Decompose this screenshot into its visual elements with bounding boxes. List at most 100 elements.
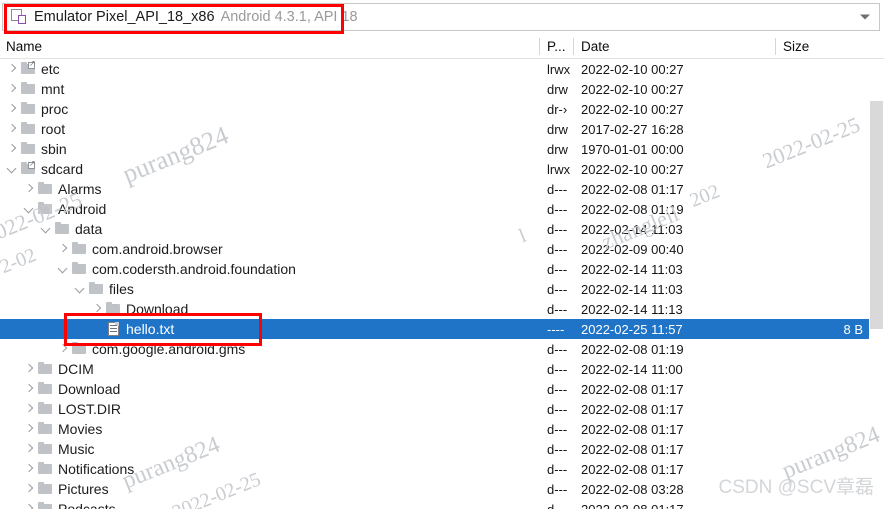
chevron-right-icon[interactable] xyxy=(6,119,20,139)
column-header-name[interactable]: Name xyxy=(6,35,42,58)
file-name-label: Android xyxy=(58,201,107,217)
chevron-right-icon[interactable] xyxy=(23,419,37,439)
table-row[interactable]: sdcard lrwx 2022-02-10 00:27 xyxy=(0,159,884,179)
file-name-cell[interactable]: DCIM xyxy=(23,359,94,379)
column-header-size[interactable]: Size xyxy=(783,35,809,58)
chevron-right-icon[interactable] xyxy=(23,379,37,399)
table-row[interactable]: Music d--- 2022-02-08 01:17 xyxy=(0,439,884,459)
table-row[interactable]: com.google.android.gms d--- 2022-02-08 01:… xyxy=(0,339,884,359)
chevron-right-icon[interactable] xyxy=(91,299,105,319)
file-permissions-cell: drw xyxy=(547,141,568,157)
column-divider-3[interactable] xyxy=(775,38,776,55)
table-row[interactable]: mnt drw 2022-02-10 00:27 xyxy=(0,79,884,99)
file-permissions-cell: drw xyxy=(547,121,568,137)
chevron-right-icon[interactable] xyxy=(23,359,37,379)
file-name-cell[interactable]: com.google.android.gms xyxy=(57,339,245,359)
table-row[interactable]: Notifications d--- 2022-02-08 01:17 xyxy=(0,459,884,479)
chevron-right-icon[interactable] xyxy=(6,79,20,99)
table-row[interactable]: Android d--- 2022-02-08 01:19 xyxy=(0,199,884,219)
chevron-right-icon[interactable] xyxy=(23,499,37,509)
folder-icon xyxy=(88,279,105,299)
table-row[interactable]: DCIM d--- 2022-02-14 11:00 xyxy=(0,359,884,379)
file-name-cell[interactable]: Music xyxy=(23,439,95,459)
file-name-cell[interactable]: com.android.browser xyxy=(57,239,223,259)
chevron-right-icon[interactable] xyxy=(6,139,20,159)
table-row[interactable]: Download d--- 2022-02-08 01:17 xyxy=(0,379,884,399)
table-row[interactable]: LOST.DIR d--- 2022-02-08 01:17 xyxy=(0,399,884,419)
vertical-scrollbar-track[interactable] xyxy=(869,59,884,509)
chevron-right-icon[interactable] xyxy=(23,179,37,199)
file-name-cell[interactable]: Android xyxy=(23,199,106,219)
file-name-label: com.android.browser xyxy=(92,241,223,257)
chevron-right-icon[interactable] xyxy=(23,459,37,479)
chevron-down-icon[interactable] xyxy=(6,159,20,179)
column-divider-1[interactable] xyxy=(539,38,540,55)
file-name-cell[interactable]: Podcasts xyxy=(23,499,116,509)
table-row[interactable]: Alarms d--- 2022-02-08 01:17 xyxy=(0,179,884,199)
file-date-cell: 2022-02-14 11:03 xyxy=(581,261,683,277)
file-name-cell[interactable]: Notifications xyxy=(23,459,134,479)
folder-icon xyxy=(37,179,54,199)
folder-icon xyxy=(20,79,37,99)
file-date-cell: 2022-02-14 11:03 xyxy=(581,281,683,297)
file-date-cell: 2022-02-08 03:28 xyxy=(581,481,684,497)
file-name-cell[interactable]: Pictures xyxy=(23,479,109,499)
table-row[interactable]: hello.txt ---- 2022-02-25 11:57 8 B xyxy=(0,319,884,339)
file-permissions-cell: d--- xyxy=(547,501,568,509)
table-row[interactable]: Movies d--- 2022-02-08 01:17 xyxy=(0,419,884,439)
chevron-down-icon[interactable] xyxy=(40,219,54,239)
file-name-cell[interactable]: Alarms xyxy=(23,179,102,199)
file-date-cell: 2022-02-08 01:17 xyxy=(581,381,684,397)
file-name-cell[interactable]: hello.txt xyxy=(91,319,174,339)
table-row[interactable]: com.android.browser d--- 2022-02-09 00:40 xyxy=(0,239,884,259)
column-divider-2[interactable] xyxy=(573,38,574,55)
column-header-permissions[interactable]: P... xyxy=(547,35,566,58)
file-name-cell[interactable]: files xyxy=(74,279,134,299)
folder-icon xyxy=(20,119,37,139)
file-name-cell[interactable]: proc xyxy=(6,99,68,119)
file-name-cell[interactable]: data xyxy=(40,219,102,239)
table-row[interactable]: etc lrwx 2022-02-10 00:27 xyxy=(0,59,884,79)
file-date-cell: 2022-02-09 00:40 xyxy=(581,241,684,257)
file-name-cell[interactable]: root xyxy=(6,119,65,139)
table-row[interactable]: Pictures d--- 2022-02-08 03:28 xyxy=(0,479,884,499)
folder-icon xyxy=(37,379,54,399)
file-name-cell[interactable]: Download xyxy=(23,379,120,399)
file-permissions-cell: d--- xyxy=(547,441,568,457)
file-name-cell[interactable]: sbin xyxy=(6,139,67,159)
table-row[interactable]: Download d--- 2022-02-14 11:13 xyxy=(0,299,884,319)
table-row[interactable]: Podcasts d--- 2022-02-08 01:17 xyxy=(0,499,884,509)
file-name-cell[interactable]: Download xyxy=(91,299,188,319)
chevron-right-icon[interactable] xyxy=(23,439,37,459)
file-name-cell[interactable]: Movies xyxy=(23,419,102,439)
table-row[interactable]: sbin drw 1970-01-01 00:00 xyxy=(0,139,884,159)
table-row[interactable]: root drw 2017-02-27 16:28 xyxy=(0,119,884,139)
chevron-down-icon[interactable] xyxy=(57,259,71,279)
chevron-down-icon[interactable] xyxy=(23,199,37,219)
chevron-right-icon[interactable] xyxy=(23,479,37,499)
chevron-right-icon[interactable] xyxy=(57,339,71,359)
file-name-label: root xyxy=(41,121,66,137)
file-tree-list[interactable]: etc lrwx 2022-02-10 00:27 mnt drw 2022-02-10 … xyxy=(0,59,884,509)
file-name-cell[interactable]: mnt xyxy=(6,79,64,99)
vertical-scrollbar-thumb[interactable] xyxy=(870,101,883,329)
file-size-cell xyxy=(700,419,863,439)
table-row[interactable]: com.codersth.android.foundation d--- 2022-… xyxy=(0,259,884,279)
file-name-cell[interactable]: com.codersth.android.foundation xyxy=(57,259,296,279)
file-date-cell: 2022-02-10 00:27 xyxy=(581,101,684,117)
chevron-right-icon[interactable] xyxy=(6,99,20,119)
file-date-cell: 2022-02-10 00:27 xyxy=(581,161,684,177)
table-row[interactable]: proc dr-› 2022-02-10 00:27 xyxy=(0,99,884,119)
device-dropdown[interactable]: Emulator Pixel_API_18_x86 Android 4.3.1,… xyxy=(2,3,880,31)
column-header-date[interactable]: Date xyxy=(581,35,610,58)
chevron-right-icon[interactable] xyxy=(23,399,37,419)
file-name-cell[interactable]: LOST.DIR xyxy=(23,399,121,419)
chevron-down-icon[interactable] xyxy=(74,279,88,299)
table-row[interactable]: data d--- 2022-02-14 11:03 xyxy=(0,219,884,239)
file-name-cell[interactable]: sdcard xyxy=(6,159,83,179)
table-row[interactable]: files d--- 2022-02-14 11:03 xyxy=(0,279,884,299)
chevron-down-icon[interactable] xyxy=(860,14,870,20)
chevron-right-icon[interactable] xyxy=(6,59,20,79)
file-name-cell[interactable]: etc xyxy=(6,59,60,79)
chevron-right-icon[interactable] xyxy=(57,239,71,259)
